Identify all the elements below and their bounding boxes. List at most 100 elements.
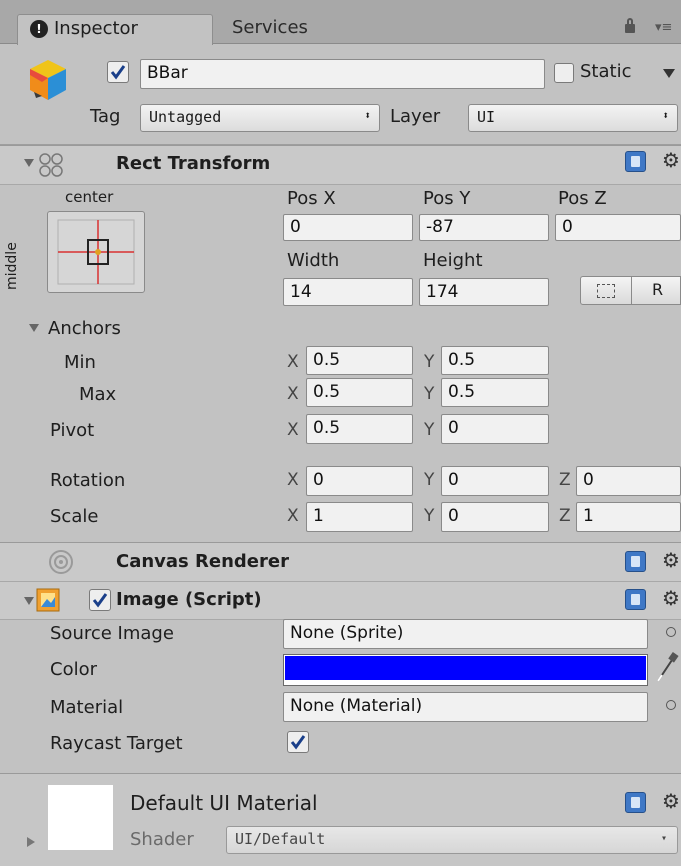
pivot-y-axis: Y: [424, 420, 435, 440]
scale-y-axis: Y: [424, 506, 435, 526]
pos-x-label: Pos X: [287, 188, 336, 209]
scale-y-input[interactable]: 0: [441, 502, 549, 532]
blueprint-icon: [597, 284, 615, 298]
width-label: Width: [287, 250, 340, 271]
updown-icon: ⬍: [364, 109, 371, 122]
rot-x-axis: X: [287, 470, 299, 490]
max-y-axis: Y: [424, 384, 435, 404]
layer-label: Layer: [390, 106, 441, 127]
rect-transform-title: Rect Transform: [116, 153, 271, 174]
rect-transform-icon: [39, 153, 63, 177]
max-x-input[interactable]: 0.5: [306, 378, 413, 407]
max-x-axis: X: [287, 384, 299, 404]
material-preview[interactable]: [48, 785, 113, 850]
pos-z-label: Pos Z: [558, 188, 607, 209]
gear-icon[interactable]: ⚙: [662, 148, 680, 172]
static-dropdown-arrow[interactable]: [663, 69, 675, 78]
static-checkbox[interactable]: [554, 63, 574, 83]
gear-icon[interactable]: ⚙: [662, 586, 680, 610]
max-label: Max: [79, 384, 117, 405]
tag-dropdown[interactable]: Untagged ⬍: [140, 104, 380, 132]
expand-arrow[interactable]: [24, 597, 34, 605]
raycast-target-label: Raycast Target: [50, 733, 183, 754]
object-picker-icon[interactable]: [666, 627, 676, 637]
pos-x-input[interactable]: 0: [283, 214, 413, 241]
material-field[interactable]: None (Material): [283, 692, 648, 722]
scale-z-axis: Z: [559, 506, 571, 526]
max-y-input[interactable]: 0.5: [441, 378, 549, 407]
help-icon[interactable]: [625, 151, 646, 172]
anchors-foldout-arrow[interactable]: [29, 324, 39, 332]
raw-edit-button[interactable]: R: [632, 276, 681, 305]
min-y-input[interactable]: 0.5: [441, 346, 549, 375]
pos-y-label: Pos Y: [423, 188, 471, 209]
height-label: Height: [423, 250, 483, 271]
min-y-axis: Y: [424, 352, 435, 372]
tag-value: Untagged: [149, 108, 222, 126]
min-label: Min: [64, 352, 96, 373]
scale-z-input[interactable]: 1: [576, 502, 681, 532]
image-component-icon: [36, 588, 60, 612]
object-name-input[interactable]: BBar: [140, 59, 545, 89]
pos-y-input[interactable]: -87: [419, 214, 549, 241]
active-checkbox[interactable]: [107, 61, 129, 83]
object-picker-icon[interactable]: [666, 700, 676, 710]
layer-dropdown[interactable]: UI ⬍: [468, 104, 678, 132]
material-title: Default UI Material: [130, 791, 318, 815]
anchor-vertical-label: middle: [4, 242, 20, 290]
expand-arrow[interactable]: [24, 159, 34, 167]
help-icon[interactable]: [625, 551, 646, 572]
tab-services[interactable]: Services: [232, 17, 308, 38]
anchor-horizontal-label: center: [65, 188, 114, 206]
gameobject-cube-icon: [30, 60, 66, 100]
menu-icon[interactable]: ▾≡: [655, 20, 672, 35]
canvas-renderer-header[interactable]: [0, 542, 681, 582]
image-enabled-checkbox[interactable]: [89, 589, 111, 611]
scale-x-input[interactable]: 1: [306, 502, 413, 532]
scale-x-axis: X: [287, 506, 299, 526]
material-label: Material: [50, 697, 124, 718]
pos-z-input[interactable]: 0: [555, 214, 681, 241]
dropdown-arrow-icon: ▾: [660, 833, 667, 844]
image-script-title: Image (Script): [116, 589, 262, 610]
source-image-field[interactable]: None (Sprite): [283, 619, 648, 649]
rot-z-axis: Z: [559, 470, 571, 490]
shader-dropdown[interactable]: UI/Default ▾: [226, 826, 678, 854]
rot-z-input[interactable]: 0: [576, 466, 681, 496]
color-field[interactable]: [283, 654, 648, 686]
min-x-input[interactable]: 0.5: [306, 346, 413, 375]
eyedropper-icon[interactable]: [654, 651, 680, 685]
lock-shackle: [627, 18, 633, 26]
gear-icon[interactable]: ⚙: [662, 789, 680, 813]
anchor-preset-icon: [57, 219, 135, 285]
help-icon[interactable]: [625, 792, 646, 813]
tab-inspector[interactable]: ! Inspector: [17, 14, 213, 45]
source-image-label: Source Image: [50, 623, 174, 644]
updown-icon: ⬍: [662, 109, 669, 122]
min-x-axis: X: [287, 352, 299, 372]
help-icon[interactable]: [625, 589, 646, 610]
pivot-x-input[interactable]: 0.5: [306, 414, 413, 444]
rect-transform-header[interactable]: [0, 145, 681, 185]
color-swatch: [285, 656, 646, 680]
static-label: Static: [580, 61, 632, 82]
width-input[interactable]: 14: [283, 278, 413, 306]
pivot-label: Pivot: [50, 420, 95, 441]
shader-value: UI/Default: [235, 830, 326, 848]
raycast-target-checkbox[interactable]: [287, 731, 309, 753]
height-input[interactable]: 174: [419, 278, 549, 306]
rot-y-input[interactable]: 0: [441, 466, 549, 496]
canvas-renderer-title: Canvas Renderer: [116, 551, 289, 572]
material-foldout-arrow[interactable]: [27, 837, 35, 847]
rot-x-input[interactable]: 0: [306, 466, 413, 496]
pivot-y-input[interactable]: 0: [441, 414, 549, 444]
blueprint-mode-button[interactable]: [580, 276, 632, 305]
raw-edit-label: R: [652, 280, 664, 299]
gear-icon[interactable]: ⚙: [662, 548, 680, 572]
canvas-renderer-icon: [49, 550, 73, 574]
shader-label: Shader: [130, 829, 194, 850]
rot-y-axis: Y: [424, 470, 435, 490]
color-label: Color: [50, 659, 97, 680]
anchors-label[interactable]: Anchors: [48, 318, 121, 339]
anchor-preset-button[interactable]: [47, 211, 145, 293]
